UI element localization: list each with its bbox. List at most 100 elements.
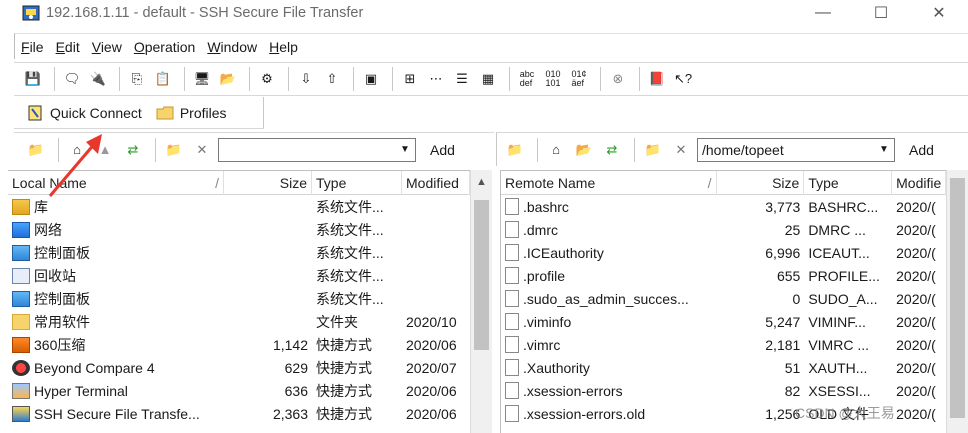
scroll-thumb[interactable]	[950, 178, 965, 418]
download-icon[interactable]: ⇩	[295, 68, 317, 90]
help-book-icon[interactable]: 📕	[646, 68, 668, 90]
paste-icon[interactable]: 📋	[152, 68, 174, 90]
refresh-icon[interactable]: ⇄	[600, 139, 624, 161]
remote-size-cell: 5,247	[765, 313, 801, 330]
local-scrollbar[interactable]: ▲	[470, 170, 492, 433]
remote-path-input[interactable]: /home/topeet ▼	[697, 137, 895, 162]
up-folder-icon[interactable]: ▲	[93, 139, 117, 161]
local-file-row[interactable]: 库 系统文件...	[8, 195, 470, 218]
remote-file-row[interactable]: .Xauthority 51 XAUTH... 2020/(	[501, 356, 946, 379]
local-name-column[interactable]: Local Name /	[8, 171, 224, 195]
delete-icon[interactable]: ✕	[669, 139, 693, 161]
local-file-row[interactable]: Beyond Compare 4 629 快捷方式 2020/07	[8, 356, 470, 379]
local-file-row[interactable]: Hyper Terminal 636 快捷方式 2020/06	[8, 379, 470, 402]
chevron-down-icon[interactable]: ▼	[397, 141, 413, 159]
maximize-button[interactable]: ☐	[852, 0, 910, 26]
parent-folder-icon[interactable]: 📁	[503, 139, 527, 161]
stop-icon[interactable]: ⊗	[607, 68, 629, 90]
remote-file-row[interactable]: .vimrc 2,181 VIMRC ... 2020/(	[501, 333, 946, 356]
local-name-cell: 库	[8, 197, 224, 217]
remote-file-row[interactable]: .bashrc 3,773 BASHRC... 2020/(	[501, 195, 946, 218]
local-file-row[interactable]: 控制面板 系统文件...	[8, 287, 470, 310]
control-panel-icon	[12, 290, 30, 307]
local-size-column[interactable]: Size	[224, 171, 312, 195]
remote-type-cell: PROFILE...	[808, 267, 880, 284]
quick-connect-bar: Quick Connect Profiles	[14, 97, 264, 129]
remote-file-row[interactable]: .sudo_as_admin_succes... 0 SUDO_A... 2020/(	[501, 287, 946, 310]
upload-icon[interactable]: ⇧	[321, 68, 343, 90]
disconnect-icon[interactable]: 🔌	[87, 68, 109, 90]
remote-name-cell: .Xauthority	[501, 359, 717, 376]
remote-file-row[interactable]: .ICEauthority 6,996 ICEAUT... 2020/(	[501, 241, 946, 264]
close-button[interactable]: ✕	[910, 0, 968, 26]
remote-name-column[interactable]: Remote Name /	[501, 171, 717, 195]
remote-modified-column[interactable]: Modifie	[892, 171, 946, 195]
context-help-icon[interactable]: ↖?	[672, 68, 694, 90]
up-folder-icon[interactable]: 📂	[572, 139, 596, 161]
remote-name-cell: .dmrc	[501, 221, 717, 238]
new-terminal-icon[interactable]: 🖥	[191, 68, 213, 90]
menu-help[interactable]: Help	[263, 39, 304, 55]
remote-scrollbar[interactable]	[946, 170, 968, 433]
new-file-transfer-icon[interactable]: 📂	[217, 68, 239, 90]
menu-operation[interactable]: Operation	[128, 39, 201, 55]
parent-folder-icon[interactable]: 📁	[24, 139, 48, 161]
connect-icon[interactable]: 🗨	[61, 68, 83, 90]
save-icon[interactable]: 💾	[22, 68, 44, 90]
ascii-mode-icon[interactable]: abc def	[516, 68, 538, 90]
split-view-icon[interactable]: ▣	[360, 68, 382, 90]
local-type-cell: 快捷方式	[316, 336, 372, 353]
profiles-button[interactable]: Profiles	[156, 105, 227, 121]
details-view-icon[interactable]: ▦	[477, 68, 499, 90]
home-icon[interactable]: ⌂	[544, 139, 568, 161]
file-icon	[505, 313, 519, 330]
menu-edit[interactable]: Edit	[50, 39, 86, 55]
window-title: 192.168.1.11 - default - SSH Secure File…	[46, 5, 364, 21]
toolbar-separator	[639, 67, 640, 91]
toolbar-separator	[509, 67, 510, 91]
remote-file-row[interactable]: .xsession-errors 82 XSESSI... 2020/(	[501, 379, 946, 402]
local-file-row[interactable]: 网络 系统文件...	[8, 218, 470, 241]
remote-add-button[interactable]: Add	[909, 142, 934, 158]
remote-type-cell: XSESSI...	[808, 382, 871, 399]
chevron-down-icon[interactable]: ▼	[876, 141, 892, 159]
local-type-cell: 快捷方式	[316, 405, 372, 422]
remote-size-column[interactable]: Size	[717, 171, 805, 195]
local-file-row[interactable]: SSH Secure File Transfe... 2,363 快捷方式 2020/…	[8, 402, 470, 425]
local-file-list[interactable]: Local Name / Size Type Modified 库系统文件... 网…	[8, 170, 470, 433]
menu-window[interactable]: Window	[201, 39, 263, 55]
local-add-button[interactable]: Add	[430, 142, 455, 158]
local-modified-column[interactable]: Modified	[402, 171, 470, 195]
local-file-row[interactable]: 360压缩 1,142 快捷方式 2020/06	[8, 333, 470, 356]
new-folder-icon[interactable]: 📁	[162, 139, 186, 161]
delete-icon[interactable]: ✕	[190, 139, 214, 161]
remote-file-row[interactable]: .profile 655 PROFILE... 2020/(	[501, 264, 946, 287]
local-file-row[interactable]: 常用软件 文件夹 2020/10	[8, 310, 470, 333]
menu-view[interactable]: View	[86, 39, 128, 55]
remote-type-column[interactable]: Type	[804, 171, 893, 195]
scroll-up-icon[interactable]: ▲	[471, 170, 492, 194]
settings-icon[interactable]: ⚙	[256, 68, 278, 90]
remote-pane-toolbar: 📁 ⌂ 📂 ⇄ 📁 ✕ /home/topeet ▼ Add	[496, 132, 968, 166]
quick-connect-button[interactable]: Quick Connect	[26, 105, 142, 121]
copy-icon[interactable]: ⎘	[126, 68, 148, 90]
menu-file[interactable]: File	[15, 39, 50, 55]
remote-file-list[interactable]: Remote Name / Size Type Modifie .bashrc 3,…	[500, 170, 946, 433]
new-folder-icon[interactable]: 📁	[641, 139, 665, 161]
local-path-input[interactable]: ▼	[218, 137, 416, 162]
remote-file-row[interactable]: .dmrc 25 DMRC ... 2020/(	[501, 218, 946, 241]
list-view-icon[interactable]: ☰	[451, 68, 473, 90]
binary-mode-icon[interactable]: 010 101	[542, 68, 564, 90]
local-type-column[interactable]: Type	[312, 171, 402, 195]
home-icon[interactable]: ⌂	[65, 139, 89, 161]
minimize-button[interactable]: —	[794, 0, 852, 26]
remote-size-cell: 2,181	[765, 336, 801, 353]
scroll-thumb[interactable]	[474, 200, 489, 350]
small-icons-view-icon[interactable]: ⋯	[425, 68, 447, 90]
refresh-icon[interactable]: ⇄	[121, 139, 145, 161]
local-file-row[interactable]: 回收站 系统文件...	[8, 264, 470, 287]
large-icons-view-icon[interactable]: ⊞	[399, 68, 421, 90]
remote-file-row[interactable]: .viminfo 5,247 VIMINF... 2020/(	[501, 310, 946, 333]
local-file-row[interactable]: 控制面板 系统文件...	[8, 241, 470, 264]
auto-mode-icon[interactable]: 01¢ äef	[568, 68, 590, 90]
